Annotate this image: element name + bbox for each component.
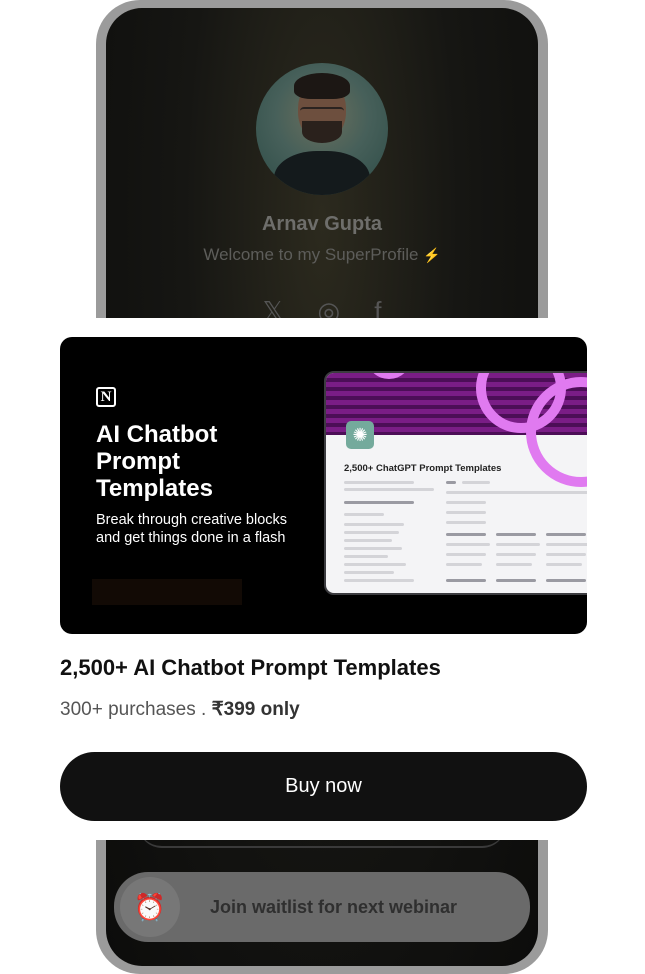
banner-subtitle: Break through creative blocks and get th…	[96, 512, 288, 546]
product-price: ₹399 only	[211, 699, 300, 720]
avatar	[256, 63, 388, 195]
notion-logo-icon: N	[96, 387, 116, 407]
chatgpt-logo-icon: ✺	[346, 421, 374, 449]
buy-now-button[interactable]: Buy now	[60, 752, 587, 821]
product-meta: 300+ purchases . ₹399 only	[60, 698, 300, 721]
profile-tagline: Welcome to my SuperProfile ⚡	[106, 245, 538, 265]
product-popup: N AI Chatbot Prompt Templates Break thro…	[0, 318, 645, 840]
alarm-clock-icon: ⏰	[120, 877, 180, 937]
profile-name: Arnav Gupta	[261, 213, 383, 235]
waitlist-label: Join waitlist for next webinar	[210, 896, 458, 917]
lightning-icon: ⚡	[423, 247, 441, 263]
template-preview: ✺ 2,500+ ChatGPT Prompt Templates	[324, 371, 587, 595]
purchase-count: 300+ purchases .	[60, 699, 207, 720]
waitlist-button[interactable]: ⏰ Join waitlist for next webinar	[114, 872, 530, 942]
tagline-text: Welcome to my SuperProfile	[203, 245, 419, 264]
product-banner: N AI Chatbot Prompt Templates Break thro…	[60, 337, 587, 634]
banner-title: AI Chatbot Prompt Templates	[96, 421, 218, 502]
banner-decor	[92, 579, 242, 605]
product-title: 2,500+ AI Chatbot Prompt Templates	[60, 655, 441, 680]
preview-title: 2,500+ ChatGPT Prompt Templates	[344, 463, 502, 474]
